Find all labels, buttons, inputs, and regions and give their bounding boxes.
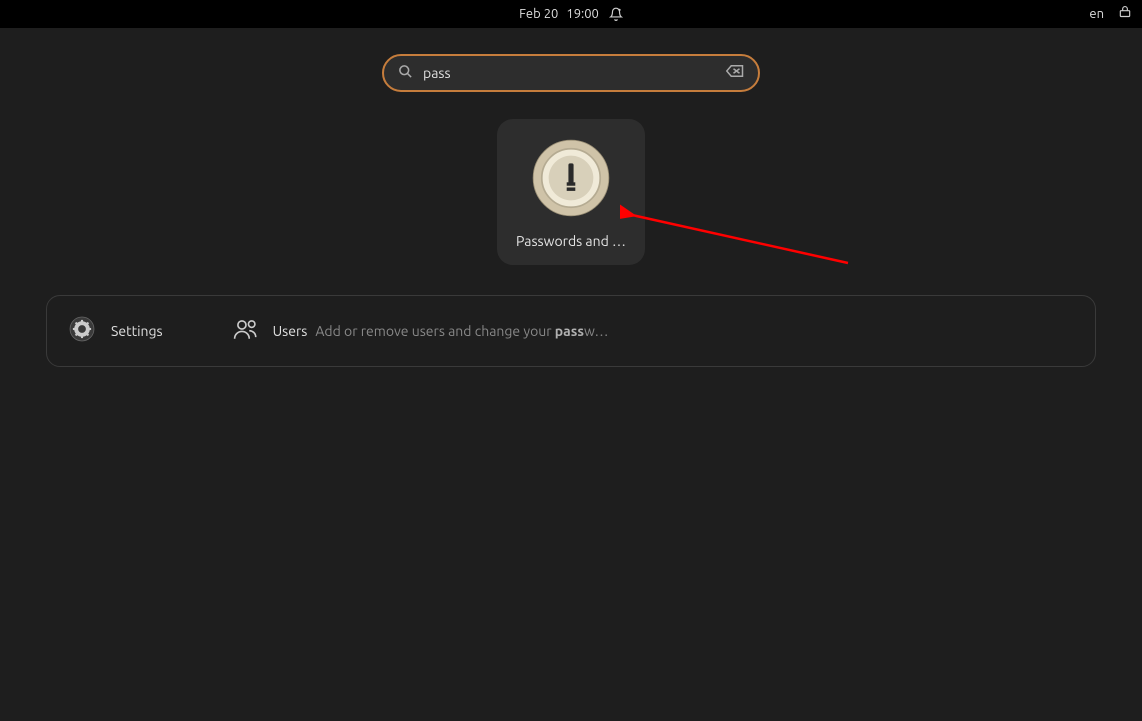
top-bar: Feb 20 19:00 en <box>0 0 1142 28</box>
settings-item-title: Users <box>273 323 308 339</box>
topbar-right: en <box>1089 6 1132 23</box>
search-container <box>0 54 1142 92</box>
settings-header: Settings <box>69 316 163 346</box>
search-box[interactable] <box>382 54 760 92</box>
users-icon <box>233 317 259 345</box>
language-indicator[interactable]: en <box>1089 7 1104 21</box>
topbar-center[interactable]: Feb 20 19:00 <box>519 7 623 21</box>
date-label: Feb 20 <box>519 7 558 21</box>
time-label: 19:00 <box>566 7 599 21</box>
notification-bell-icon[interactable] <box>609 7 623 21</box>
clear-search-icon[interactable] <box>726 64 744 82</box>
settings-label: Settings <box>111 323 163 339</box>
app-results: Passwords and … <box>0 119 1142 265</box>
app-passwords-and-keys[interactable]: Passwords and … <box>497 119 645 265</box>
settings-item-description: Add or remove users and change your pass… <box>315 323 608 339</box>
search-input[interactable] <box>423 65 716 81</box>
datetime: Feb 20 19:00 <box>519 7 599 21</box>
settings-results-section: Settings Users Add or remove users and c… <box>46 295 1096 367</box>
settings-result-users[interactable]: Users Add or remove users and change you… <box>233 317 609 345</box>
settings-gear-icon <box>69 316 95 346</box>
app-label: Passwords and … <box>516 233 626 249</box>
system-tray-icon[interactable] <box>1118 6 1132 23</box>
settings-item-text: Users Add or remove users and change you… <box>273 323 609 339</box>
search-icon <box>398 64 413 83</box>
keyring-icon <box>528 135 614 221</box>
